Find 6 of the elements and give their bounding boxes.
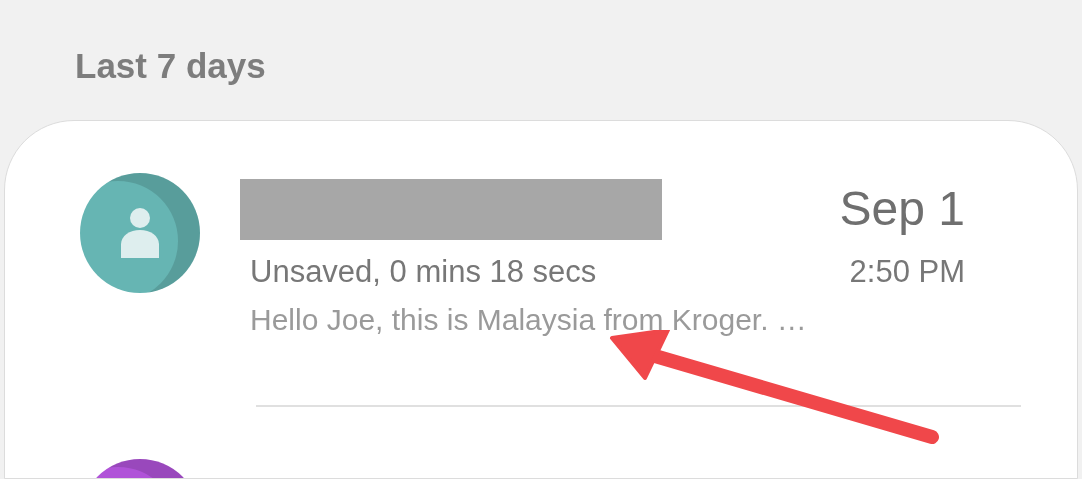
call-date: Sep 1 <box>839 181 965 237</box>
message-preview: Hello Joe, this is Malaysia from Kroger. … <box>250 302 807 338</box>
call-detail: Unsaved, 0 mins 18 secs <box>250 253 597 291</box>
call-time: 2:50 PM <box>849 253 965 291</box>
section-header: Last 7 days <box>75 45 266 87</box>
person-icon <box>121 208 159 258</box>
